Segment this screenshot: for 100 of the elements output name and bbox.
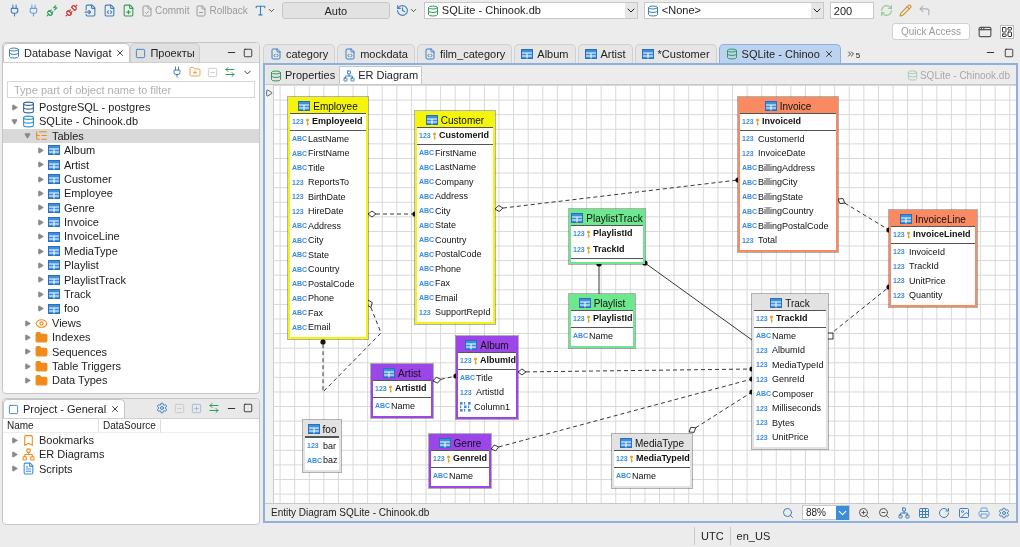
expand-arrow-icon[interactable] bbox=[37, 276, 44, 284]
link-icon[interactable] bbox=[208, 402, 220, 414]
tree-item[interactable]: Genre bbox=[3, 200, 259, 216]
tree-item[interactable]: Views bbox=[3, 315, 259, 331]
maximize-icon[interactable] bbox=[1004, 48, 1014, 58]
dropdown-caret-icon[interactable] bbox=[408, 6, 418, 15]
script-icon[interactable] bbox=[103, 4, 116, 17]
filter-field[interactable]: Type part of object name to filter bbox=[7, 81, 255, 98]
new-folder-icon[interactable] bbox=[189, 66, 201, 78]
tree-item[interactable]: Customer bbox=[3, 171, 259, 187]
zoom-out-icon[interactable] bbox=[878, 506, 890, 519]
link-icon[interactable] bbox=[224, 66, 236, 78]
settings-icon[interactable] bbox=[156, 402, 168, 414]
editor-tab[interactable]: *Customer bbox=[634, 44, 717, 63]
panel-tab[interactable]: Project - General bbox=[3, 399, 126, 418]
maximize-icon[interactable] bbox=[243, 403, 253, 413]
zoom-in-icon[interactable] bbox=[858, 506, 870, 519]
result-limit-field[interactable]: 200 bbox=[829, 2, 874, 19]
expand-arrow-icon[interactable] bbox=[24, 333, 31, 341]
expand-arrow-icon[interactable] bbox=[11, 436, 18, 444]
expand-arrow-icon[interactable] bbox=[37, 161, 44, 169]
quick-access-field[interactable]: Quick Access bbox=[892, 23, 970, 40]
grid-icon[interactable] bbox=[918, 506, 930, 519]
format-icon[interactable] bbox=[253, 4, 267, 17]
panel-tab[interactable]: Database Navigat bbox=[3, 43, 131, 62]
tree-item[interactable]: Data Types bbox=[3, 373, 259, 388]
column-header[interactable]: Name bbox=[3, 418, 99, 433]
refresh-icon[interactable] bbox=[938, 506, 950, 519]
tree-item[interactable]: InvoiceLine bbox=[3, 229, 259, 244]
maximize-icon[interactable] bbox=[243, 48, 253, 58]
tree-item[interactable]: Invoice bbox=[3, 215, 259, 230]
expand-arrow-icon[interactable] bbox=[11, 118, 18, 126]
tree-item[interactable]: Tables bbox=[3, 128, 259, 144]
more-tabs-button[interactable]: 5 bbox=[842, 44, 864, 63]
connect-icon[interactable] bbox=[8, 4, 21, 17]
editor-tab[interactable]: film_category bbox=[416, 44, 513, 63]
reconnect-icon[interactable] bbox=[46, 4, 59, 17]
expand-arrow-icon[interactable] bbox=[37, 262, 44, 269]
editor-tab[interactable]: Album bbox=[514, 44, 576, 63]
editor-tab[interactable]: category bbox=[263, 44, 336, 63]
tree-item[interactable]: Artist bbox=[3, 157, 259, 172]
editor-tab[interactable]: mockdata bbox=[337, 44, 415, 63]
new-script-icon[interactable] bbox=[122, 4, 135, 17]
expand-arrow-icon[interactable] bbox=[37, 175, 44, 183]
expand-arrow-icon[interactable] bbox=[37, 247, 44, 255]
tree-item[interactable]: Table Triggers bbox=[3, 359, 259, 374]
expand-arrow-icon[interactable] bbox=[37, 233, 44, 241]
tree-item[interactable]: ER Diagrams bbox=[3, 447, 259, 462]
expand-arrow-icon[interactable] bbox=[11, 465, 18, 473]
tree-item[interactable]: Employee bbox=[3, 186, 259, 201]
editor-sub-tab[interactable]: Properties bbox=[266, 66, 340, 84]
column-header[interactable]: DataSource bbox=[99, 418, 161, 433]
expand-arrow-icon[interactable] bbox=[37, 204, 44, 212]
tree-item[interactable]: SQLite - Chinook.db bbox=[3, 114, 259, 129]
tree-item[interactable]: PostgreSQL - postgres bbox=[3, 100, 259, 115]
open-file-icon[interactable] bbox=[84, 4, 97, 17]
open-perspective-icon[interactable] bbox=[978, 24, 992, 39]
perspective-icon[interactable] bbox=[1000, 24, 1014, 39]
expand-arrow-icon[interactable] bbox=[24, 348, 31, 356]
expand-arrow-icon[interactable] bbox=[37, 190, 44, 198]
editor-tab[interactable]: Artist bbox=[577, 44, 633, 63]
expand-arrow-icon[interactable] bbox=[11, 103, 18, 111]
palette-toggle-icon[interactable] bbox=[265, 89, 273, 97]
editor-sub-tab[interactable]: ER Diagram bbox=[339, 66, 423, 84]
disconnect-icon[interactable] bbox=[65, 4, 78, 17]
settings-icon[interactable] bbox=[998, 506, 1010, 519]
panel-tab[interactable]: Проекты bbox=[130, 43, 200, 62]
export-image-icon[interactable] bbox=[958, 506, 970, 519]
tree-item[interactable]: Album bbox=[3, 143, 259, 158]
schema-combo[interactable]: <None> bbox=[643, 2, 824, 19]
close-icon[interactable] bbox=[110, 404, 121, 414]
tree-item[interactable]: Indexes bbox=[3, 330, 259, 345]
close-icon[interactable] bbox=[115, 48, 126, 58]
tree-item[interactable]: Sequences bbox=[3, 344, 259, 360]
tree-item[interactable]: MediaType bbox=[3, 243, 259, 259]
tree-item[interactable]: Bookmarks bbox=[3, 433, 259, 448]
pencil-icon[interactable] bbox=[898, 4, 912, 17]
zoom-combo[interactable]: 88% bbox=[802, 505, 850, 520]
new-connection-icon[interactable] bbox=[171, 66, 183, 78]
expand-arrow-icon[interactable] bbox=[37, 218, 44, 226]
expand-arrow-icon[interactable] bbox=[24, 132, 31, 140]
expand-arrow-icon[interactable] bbox=[37, 305, 44, 313]
expand-arrow-icon[interactable] bbox=[11, 451, 18, 459]
tree-item[interactable]: Scripts bbox=[3, 461, 259, 477]
expand-arrow-icon[interactable] bbox=[24, 377, 31, 385]
history-icon[interactable] bbox=[395, 4, 409, 17]
expand-arrow-icon[interactable] bbox=[24, 362, 31, 370]
layout-icon[interactable] bbox=[898, 506, 910, 519]
transaction-mode-button[interactable]: Auto bbox=[281, 2, 390, 19]
search-icon[interactable] bbox=[782, 506, 794, 519]
tree-item[interactable]: Track bbox=[3, 287, 259, 302]
plug-icon[interactable] bbox=[27, 4, 40, 17]
expand-arrow-icon[interactable] bbox=[37, 146, 44, 154]
datasource-combo[interactable]: SQLite - Chinook.db bbox=[423, 2, 638, 19]
tree-item[interactable]: PlaylistTrack bbox=[3, 272, 259, 288]
print-icon[interactable] bbox=[978, 506, 990, 519]
expand-arrow-icon[interactable] bbox=[24, 319, 31, 327]
expand-arrow-icon[interactable] bbox=[37, 290, 44, 298]
editor-tab[interactable]: SQLite - Chinoo bbox=[718, 44, 841, 63]
dropdown-caret-icon[interactable] bbox=[266, 6, 276, 15]
